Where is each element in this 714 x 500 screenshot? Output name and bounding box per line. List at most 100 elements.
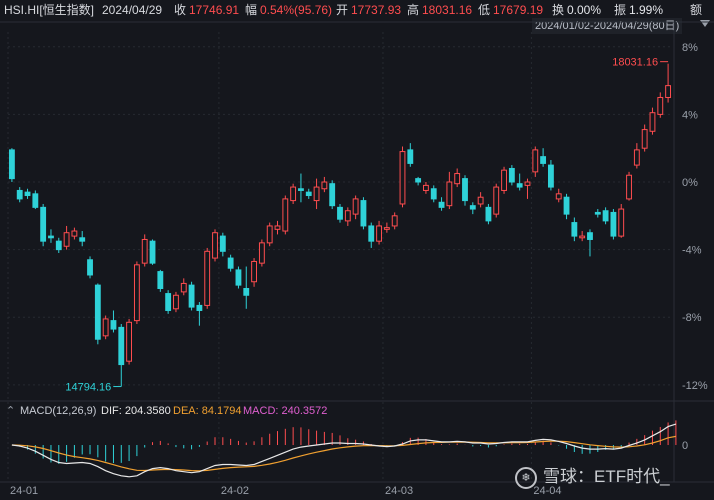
candle-up xyxy=(71,230,78,237)
candle-down xyxy=(571,222,578,237)
candle-down xyxy=(329,183,336,207)
y-tick-label: 8% xyxy=(682,42,698,54)
candle-down xyxy=(305,191,312,197)
candle-down xyxy=(94,284,101,340)
y-tick-label: -12% xyxy=(682,380,708,392)
candle-down xyxy=(79,237,86,242)
candle-up xyxy=(633,149,640,166)
candlestick-chart[interactable]: 8%4%0%-4%-8%-12%24-01 24-02 24-03 24-041803… xyxy=(0,0,714,500)
macd-value-label: MACD: 240.3572 xyxy=(243,405,328,417)
x-tick-label: 24-02 xyxy=(221,485,249,497)
candle-up xyxy=(524,181,531,186)
candle-down xyxy=(602,210,609,222)
candle-down xyxy=(188,284,195,308)
candle-up xyxy=(501,169,507,191)
candle-up xyxy=(204,250,211,306)
candle-up xyxy=(579,235,586,239)
candle-down xyxy=(462,178,468,202)
candle-down xyxy=(337,206,343,220)
candle-up xyxy=(477,196,484,205)
y-tick-label: -8% xyxy=(682,312,702,324)
candle-up xyxy=(423,184,429,191)
candle-down xyxy=(298,188,304,191)
candle-up xyxy=(173,294,179,310)
candle-up xyxy=(266,225,273,244)
candle-up xyxy=(126,321,133,362)
watermark: ❄ 雪球：ETF时代_ xyxy=(515,462,670,489)
candle-up xyxy=(376,225,382,242)
candle-up xyxy=(258,242,265,264)
candle-down xyxy=(469,205,476,210)
candle-down xyxy=(587,232,593,240)
candle-up xyxy=(555,193,562,200)
candle-down xyxy=(594,211,601,215)
min-annotation-label: 14794.16 xyxy=(65,382,111,394)
candle-down xyxy=(219,235,226,252)
candle-down xyxy=(196,304,203,311)
x-tick-label: 24-03 xyxy=(385,485,413,497)
candle-down xyxy=(48,235,54,239)
candle-down xyxy=(227,257,234,269)
candle-up xyxy=(649,112,656,132)
candle-up xyxy=(446,181,453,207)
macd-zero-tick: 0 xyxy=(682,440,688,452)
candle-down xyxy=(415,178,422,183)
snowball-logo-icon: ❄ xyxy=(515,466,537,489)
candle-down xyxy=(87,259,93,276)
candle-up xyxy=(321,181,328,190)
candle-up xyxy=(290,186,297,202)
macd-dea-label: DEA: 84.1794 xyxy=(173,405,242,417)
candle-up xyxy=(618,208,625,237)
candle-up xyxy=(344,210,351,222)
candle-up xyxy=(399,151,406,205)
candle-down xyxy=(235,269,242,286)
candle-down xyxy=(407,149,414,164)
candle-up xyxy=(274,225,281,230)
candle-up xyxy=(626,174,632,200)
candle-up xyxy=(102,318,109,337)
candle-down xyxy=(165,293,172,311)
candle-down xyxy=(485,206,492,222)
max-annotation-label: 18031.16 xyxy=(612,57,658,69)
macd-collapse-icon[interactable]: ⌃ xyxy=(6,403,15,419)
candle-up xyxy=(493,186,500,215)
candle-up xyxy=(532,149,539,173)
candle-down xyxy=(430,188,437,200)
candle-down xyxy=(110,320,117,330)
candle-down xyxy=(508,167,515,183)
candle-up xyxy=(212,232,218,259)
candle-up xyxy=(251,260,257,283)
candle-down xyxy=(547,164,554,188)
macd-label[interactable]: MACD(12,26,9) xyxy=(20,403,96,419)
candle-down xyxy=(16,189,23,200)
candle-down xyxy=(516,183,523,188)
candle-down xyxy=(563,196,570,215)
macd-legend: ⌃ MACD(12,26,9) DIF: 204.3580 DEA: 84.17… xyxy=(0,403,714,419)
candle-up xyxy=(657,96,664,115)
macd-dif-label: DIF: 204.3580 xyxy=(101,405,171,417)
candle-up xyxy=(313,186,320,202)
candle-down xyxy=(118,326,125,366)
x-tick-label: 24-01 xyxy=(10,485,38,497)
watermark-text: 雪球：ETF时代_ xyxy=(543,467,670,486)
candle-down xyxy=(368,225,375,242)
candle-up xyxy=(133,264,140,322)
candle-down xyxy=(157,271,164,290)
candle-down xyxy=(55,240,62,251)
candle-down xyxy=(149,240,156,264)
y-tick-label: -4% xyxy=(682,245,702,257)
candle-up xyxy=(391,215,398,227)
candle-up xyxy=(383,227,390,230)
candle-down xyxy=(540,156,547,164)
candle-down xyxy=(8,149,15,180)
candle-up xyxy=(665,85,672,98)
candle-down xyxy=(243,288,250,296)
candle-up xyxy=(180,282,187,293)
candle-up xyxy=(352,198,359,215)
candle-up xyxy=(641,129,648,149)
candle-up xyxy=(141,238,148,264)
candle-down xyxy=(360,200,367,227)
candle-down xyxy=(610,211,617,237)
y-tick-label: 4% xyxy=(682,109,698,121)
candle-up xyxy=(63,232,70,247)
